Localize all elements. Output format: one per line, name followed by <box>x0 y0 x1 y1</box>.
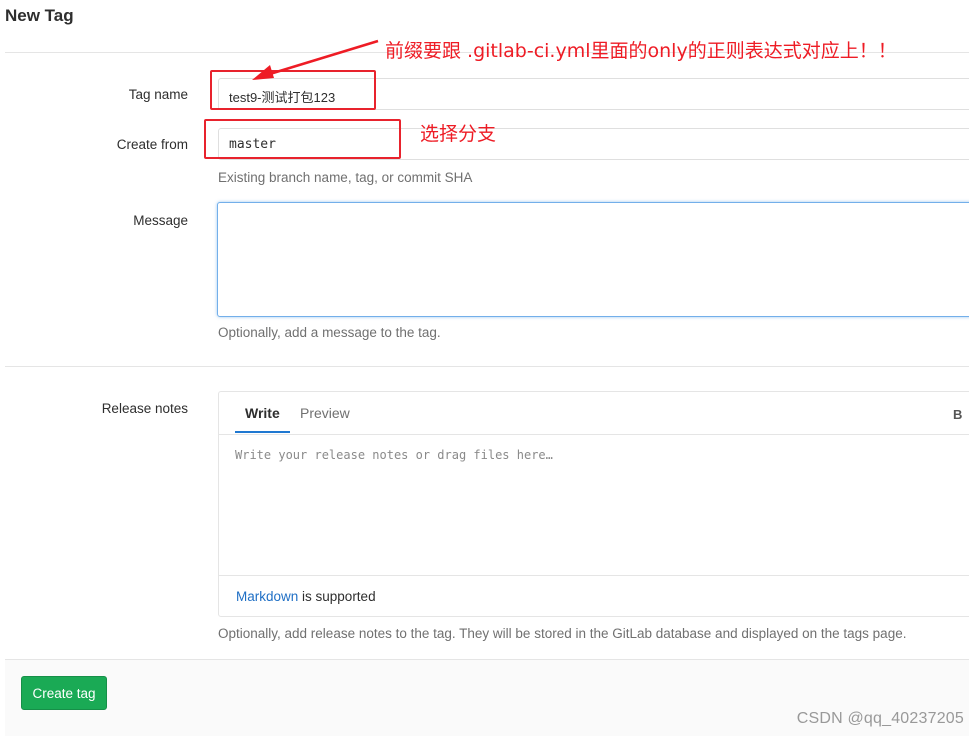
watermark: CSDN @qq_40237205 <box>796 710 964 727</box>
tab-write[interactable]: Write <box>245 405 280 421</box>
release-notes-editor <box>218 391 969 617</box>
tab-preview[interactable]: Preview <box>300 405 350 421</box>
message-label: Message <box>133 213 188 228</box>
tag-name-label: Tag name <box>128 87 188 102</box>
message-textarea[interactable] <box>217 202 969 317</box>
section-divider <box>5 366 969 367</box>
annotation-box-create-from <box>204 119 401 159</box>
page-title: New Tag <box>5 6 74 25</box>
create-tag-button[interactable]: Create tag <box>21 676 107 710</box>
annotation-create-from-note: 选择分支 <box>420 123 497 145</box>
tab-write-indicator <box>235 431 290 433</box>
markdown-suffix: is supported <box>298 589 376 604</box>
markdown-hint: Markdown is supported <box>236 589 376 604</box>
create-from-label: Create from <box>116 137 188 152</box>
tab-divider <box>219 434 969 435</box>
message-help: Optionally, add a message to the tag. <box>218 325 441 340</box>
markdown-link[interactable]: Markdown <box>236 589 298 604</box>
markdown-divider <box>219 575 969 576</box>
annotation-tag-name-note: 前缀要跟 .gitlab-ci.yml里面的only的正则表达式对应上！！ <box>385 40 897 62</box>
create-from-help: Existing branch name, tag, or commit SHA <box>218 170 473 185</box>
release-notes-help: Optionally, add release notes to the tag… <box>218 626 907 641</box>
annotation-arrow-icon <box>252 39 379 80</box>
release-notes-label: Release notes <box>101 401 188 416</box>
bold-toolbar-button[interactable]: B <box>953 407 962 422</box>
release-notes-textarea[interactable]: Write your release notes or drag files h… <box>235 448 553 462</box>
